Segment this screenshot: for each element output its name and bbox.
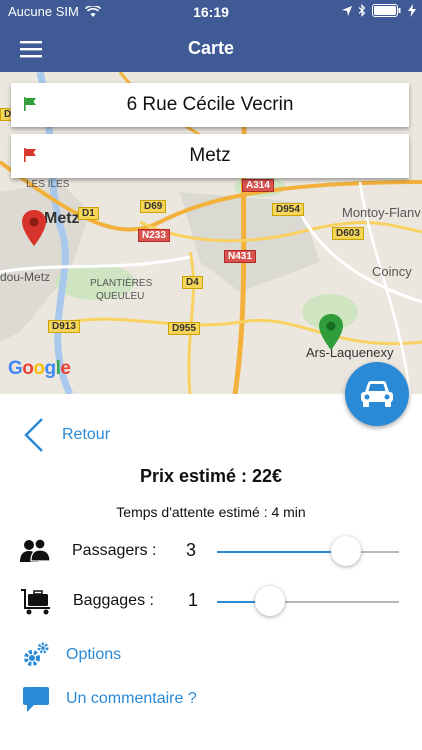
destination-address-text: Metz — [189, 145, 231, 166]
map-label-queuleu: QUEULEU — [96, 291, 145, 302]
back-button[interactable]: Retour — [22, 417, 110, 453]
passengers-value: 3 — [186, 540, 197, 560]
chevron-left-icon — [24, 418, 43, 452]
passengers-slider[interactable] — [217, 536, 399, 566]
road-shield: D603 — [332, 227, 364, 240]
luggage-row: Baggages : 1 — [0, 582, 422, 622]
luggage-cart-icon — [21, 589, 50, 615]
luggage-value: 1 — [188, 590, 199, 610]
map-label-montoy: Montoy-Flanv — [342, 205, 421, 220]
back-label: Retour — [62, 426, 111, 443]
passengers-label: Passagers : — [72, 542, 157, 559]
road-shield: D955 — [168, 322, 200, 335]
map-label-les-iles: LES ILES — [26, 179, 70, 190]
road-shield: N431 — [224, 250, 256, 263]
map-label-montigny: dou-Metz — [0, 270, 51, 284]
status-bar: Aucune SIM 16:19 — [0, 0, 422, 24]
comment-label: Un commentaire ? — [66, 690, 197, 707]
status-right — [342, 4, 416, 17]
luggage-slider[interactable] — [217, 586, 399, 616]
estimated-price: Prix estimé : 22€ — [139, 466, 283, 486]
road-shield: D954 — [272, 203, 304, 216]
origin-map-pin-icon[interactable] — [22, 210, 46, 246]
map-label-metz: Metz — [44, 210, 80, 227]
page-title: Carte — [187, 38, 235, 58]
battery-icon — [372, 4, 401, 17]
gears-icon — [24, 642, 49, 666]
google-logo: Google — [8, 358, 71, 379]
road-shield: D913 — [48, 320, 80, 333]
passengers-row: Passagers : 3 — [0, 532, 422, 572]
bluetooth-icon — [358, 4, 366, 17]
map-view[interactable]: Metz LES ILES Montoy-Flanv Coincy PLANTI… — [0, 72, 422, 394]
road-shield: D69 — [140, 200, 167, 213]
options-label: Options — [66, 646, 122, 663]
luggage-label: Baggages : — [73, 592, 154, 609]
road-shield: D4 — [182, 276, 203, 289]
estimated-wait-time: Temps d'attente estimé : 4 min — [116, 504, 306, 520]
road-shield: N233 — [138, 229, 170, 242]
green-flag-icon — [24, 97, 36, 111]
nav-bar: Carte — [0, 24, 422, 72]
road-shield: A314 — [242, 179, 274, 192]
options-button[interactable]: Options — [22, 641, 121, 669]
charging-bolt-icon — [408, 4, 416, 17]
destination-map-pin-icon[interactable] — [319, 314, 343, 350]
location-arrow-icon — [342, 5, 352, 16]
destination-address-field[interactable]: Metz — [11, 134, 409, 178]
origin-address-field[interactable]: 6 Rue Cécile Vecrin — [11, 83, 409, 127]
comment-button[interactable]: Un commentaire ? — [22, 685, 197, 713]
people-icon — [20, 538, 50, 562]
road-shield: D1 — [78, 207, 99, 220]
map-label-coincy: Coincy — [372, 264, 412, 279]
passengers-slider-fill — [217, 551, 347, 553]
red-flag-icon — [24, 148, 36, 162]
origin-address-text: 6 Rue Cécile Vecrin — [126, 94, 294, 115]
map-label-plantieres: PLANTIÈRES — [90, 278, 153, 289]
speech-bubble-icon — [23, 687, 49, 712]
passengers-slider-knob[interactable] — [331, 536, 362, 566]
car-icon — [361, 381, 393, 407]
book-taxi-button[interactable] — [345, 362, 409, 426]
luggage-slider-knob[interactable] — [254, 586, 285, 616]
